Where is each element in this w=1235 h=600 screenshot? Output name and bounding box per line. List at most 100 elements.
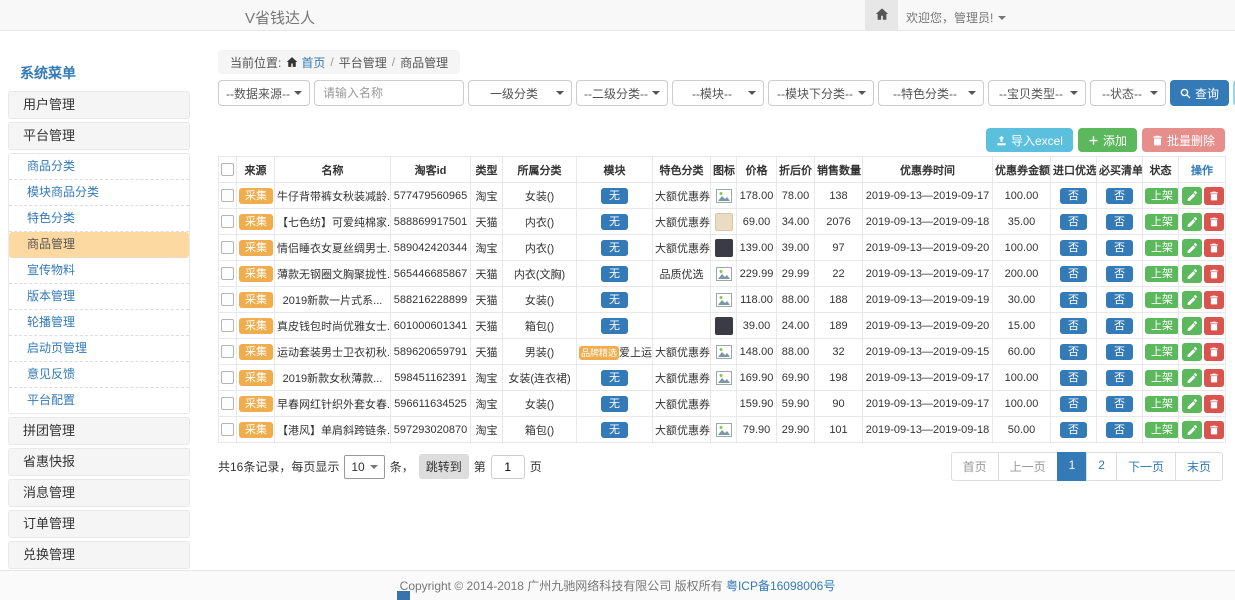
jump-button[interactable]: 跳转到 bbox=[419, 454, 469, 479]
add-button[interactable]: 添加 bbox=[1078, 128, 1137, 152]
page-size-select[interactable]: 10 bbox=[344, 455, 384, 479]
page-button[interactable]: 末页 bbox=[1175, 452, 1223, 481]
must-buy-toggle[interactable]: 否 bbox=[1106, 344, 1133, 360]
import-select-toggle[interactable]: 否 bbox=[1060, 344, 1087, 360]
filter-select[interactable]: --状态-- bbox=[1090, 80, 1166, 106]
edit-button[interactable] bbox=[1182, 265, 1202, 283]
edit-button[interactable] bbox=[1182, 291, 1202, 309]
sidebar-item[interactable]: 意见反馈 bbox=[9, 362, 189, 388]
row-checkbox[interactable] bbox=[221, 345, 234, 358]
filter-select[interactable]: --数据来源-- bbox=[218, 80, 310, 106]
row-checkbox[interactable] bbox=[221, 319, 234, 332]
sidebar-group[interactable]: 订单管理 bbox=[8, 510, 190, 538]
user-menu[interactable]: 欢迎您，管理员! bbox=[906, 9, 1006, 26]
sidebar-group[interactable]: 兑换管理 bbox=[8, 541, 190, 569]
sidebar-item[interactable]: 平台配置 bbox=[9, 388, 189, 413]
delete-button[interactable] bbox=[1204, 369, 1224, 387]
sidebar-item[interactable]: 商品分类 bbox=[9, 154, 189, 180]
must-buy-toggle[interactable]: 否 bbox=[1106, 396, 1133, 412]
edit-button[interactable] bbox=[1182, 239, 1202, 257]
status-badge[interactable]: 上架 bbox=[1145, 240, 1179, 256]
page-button[interactable]: 2 bbox=[1086, 452, 1117, 481]
filter-select[interactable]: 一级分类 bbox=[468, 80, 572, 106]
sidebar-group[interactable]: 用户管理 bbox=[8, 91, 190, 119]
edit-button[interactable] bbox=[1182, 421, 1202, 439]
sidebar-group[interactable]: 省惠快报 bbox=[8, 448, 190, 476]
delete-button[interactable] bbox=[1204, 187, 1224, 205]
row-checkbox[interactable] bbox=[221, 267, 234, 280]
row-checkbox[interactable] bbox=[221, 293, 234, 306]
import-select-toggle[interactable]: 否 bbox=[1060, 422, 1087, 438]
delete-button[interactable] bbox=[1204, 291, 1224, 309]
status-badge[interactable]: 上架 bbox=[1145, 396, 1179, 412]
edit-button[interactable] bbox=[1182, 395, 1202, 413]
delete-button[interactable] bbox=[1204, 213, 1224, 231]
edit-button[interactable] bbox=[1182, 213, 1202, 231]
edit-button[interactable] bbox=[1182, 369, 1202, 387]
import-select-toggle[interactable]: 否 bbox=[1060, 188, 1087, 204]
import-excel-button[interactable]: 导入excel bbox=[986, 128, 1073, 152]
row-checkbox[interactable] bbox=[221, 423, 234, 436]
import-select-toggle[interactable]: 否 bbox=[1060, 318, 1087, 334]
sidebar-item[interactable]: 模块商品分类 bbox=[9, 180, 189, 206]
status-badge[interactable]: 上架 bbox=[1145, 422, 1179, 438]
select-all-checkbox[interactable] bbox=[221, 163, 234, 176]
status-badge[interactable]: 上架 bbox=[1145, 318, 1179, 334]
page-button[interactable]: 首页 bbox=[951, 452, 999, 481]
sidebar-group[interactable]: 拼团管理 bbox=[8, 417, 190, 445]
filter-select[interactable]: --模块-- bbox=[672, 80, 764, 106]
sidebar-group[interactable]: 平台管理 bbox=[8, 122, 190, 150]
row-checkbox[interactable] bbox=[221, 241, 234, 254]
edit-button[interactable] bbox=[1182, 187, 1202, 205]
home-button[interactable] bbox=[865, 0, 898, 30]
import-select-toggle[interactable]: 否 bbox=[1060, 292, 1087, 308]
breadcrumb-home-link[interactable]: 首页 bbox=[286, 54, 325, 71]
icp-link[interactable]: 粤ICP备16098006号 bbox=[726, 579, 835, 593]
filter-select[interactable]: --特色分类-- bbox=[878, 80, 984, 106]
jump-page-input[interactable] bbox=[491, 455, 525, 479]
status-badge[interactable]: 上架 bbox=[1145, 292, 1179, 308]
filter-select[interactable]: --模块下分类-- bbox=[768, 80, 874, 106]
must-buy-toggle[interactable]: 否 bbox=[1106, 214, 1133, 230]
page-button[interactable]: 1 bbox=[1057, 452, 1088, 481]
edit-button[interactable] bbox=[1182, 317, 1202, 335]
row-checkbox[interactable] bbox=[221, 397, 234, 410]
import-select-toggle[interactable]: 否 bbox=[1060, 240, 1087, 256]
must-buy-toggle[interactable]: 否 bbox=[1106, 422, 1133, 438]
delete-button[interactable] bbox=[1204, 317, 1224, 335]
must-buy-toggle[interactable]: 否 bbox=[1106, 188, 1133, 204]
filter-select[interactable]: --宝贝类型-- bbox=[988, 80, 1086, 106]
must-buy-toggle[interactable]: 否 bbox=[1106, 292, 1133, 308]
import-select-toggle[interactable]: 否 bbox=[1060, 370, 1087, 386]
name-search-input[interactable] bbox=[314, 80, 464, 106]
page-button[interactable]: 上一页 bbox=[998, 452, 1058, 481]
filter-select[interactable]: --二级分类-- bbox=[576, 80, 668, 106]
sidebar-item[interactable]: 轮播管理 bbox=[9, 310, 189, 336]
delete-button[interactable] bbox=[1204, 395, 1224, 413]
must-buy-toggle[interactable]: 否 bbox=[1106, 370, 1133, 386]
sidebar-item[interactable]: 商品管理 bbox=[9, 232, 189, 258]
must-buy-toggle[interactable]: 否 bbox=[1106, 266, 1133, 282]
delete-button[interactable] bbox=[1204, 265, 1224, 283]
sidebar-item[interactable]: 启动页管理 bbox=[9, 336, 189, 362]
import-select-toggle[interactable]: 否 bbox=[1060, 214, 1087, 230]
edit-button[interactable] bbox=[1182, 343, 1202, 361]
delete-button[interactable] bbox=[1204, 239, 1224, 257]
sidebar-item[interactable]: 特色分类 bbox=[9, 206, 189, 232]
import-select-toggle[interactable]: 否 bbox=[1060, 396, 1087, 412]
row-checkbox[interactable] bbox=[221, 371, 234, 384]
row-checkbox[interactable] bbox=[221, 189, 234, 202]
status-badge[interactable]: 上架 bbox=[1145, 214, 1179, 230]
must-buy-toggle[interactable]: 否 bbox=[1106, 240, 1133, 256]
must-buy-toggle[interactable]: 否 bbox=[1106, 318, 1133, 334]
status-badge[interactable]: 上架 bbox=[1145, 266, 1179, 282]
sidebar-item[interactable]: 版本管理 bbox=[9, 284, 189, 310]
sidebar-group[interactable]: 消息管理 bbox=[8, 479, 190, 507]
delete-button[interactable] bbox=[1204, 421, 1224, 439]
status-badge[interactable]: 上架 bbox=[1145, 188, 1179, 204]
sidebar-item[interactable]: 宣传物料 bbox=[9, 258, 189, 284]
import-select-toggle[interactable]: 否 bbox=[1060, 266, 1087, 282]
status-badge[interactable]: 上架 bbox=[1145, 370, 1179, 386]
row-checkbox[interactable] bbox=[221, 215, 234, 228]
delete-button[interactable] bbox=[1204, 343, 1224, 361]
